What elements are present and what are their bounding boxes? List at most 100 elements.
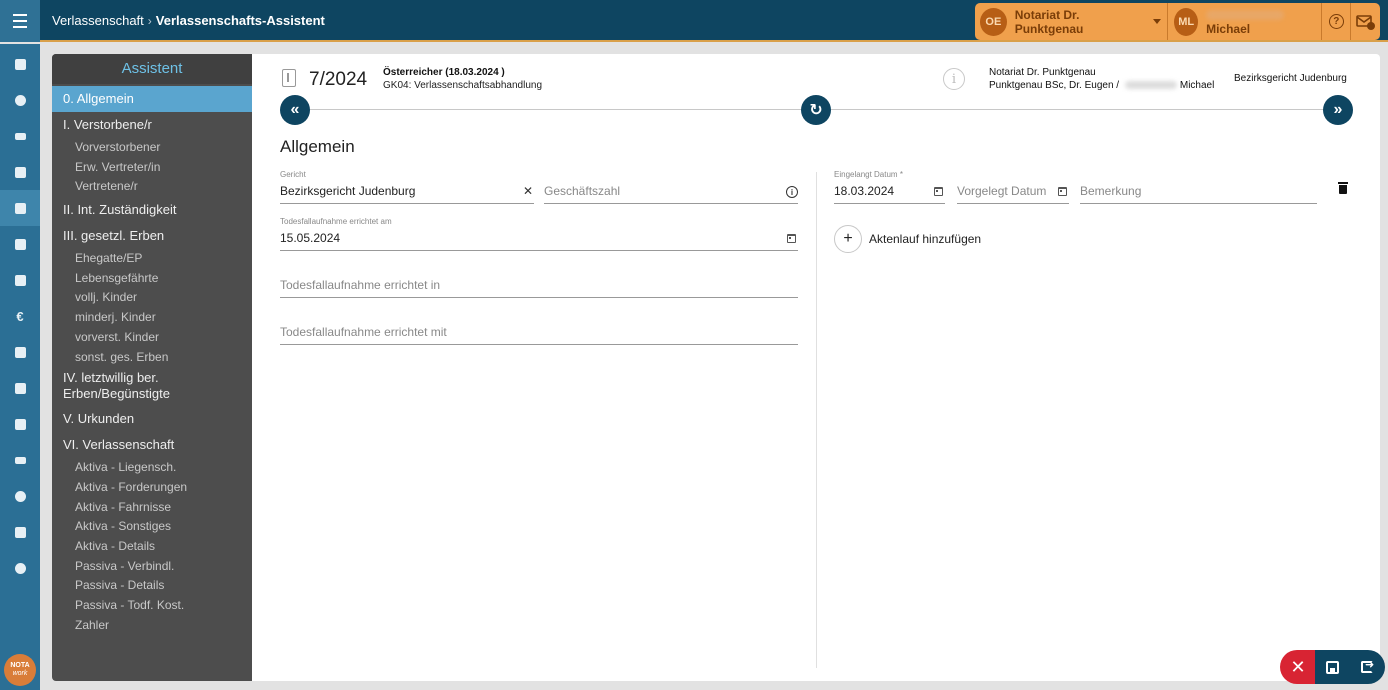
help-button[interactable]: ? [1322, 3, 1352, 40]
sidebar-item-11[interactable]: vorverst. Kinder [52, 328, 252, 348]
sidebar-item-3[interactable]: Erw. Vertreter/in [52, 158, 252, 178]
sidebar-title: Assistent [52, 54, 252, 84]
add-aktenlauf-button[interactable]: + Aktenlauf hinzufügen [834, 225, 981, 253]
sidebar-item-5[interactable]: II. Int. Zuständigkeit [52, 197, 252, 223]
case-subtitle: GK04: Verlassenschaftsabhandlung [383, 80, 542, 91]
breadcrumb-root[interactable]: Verlassenschaft [52, 13, 144, 28]
vorgelegt-datum-field[interactable]: Vorgelegt Datum [957, 170, 1069, 204]
column-divider [816, 172, 817, 668]
sidebar-item-23[interactable]: Passiva - Todf. Kost. [52, 596, 252, 616]
reload-button[interactable]: ↻ [801, 95, 831, 125]
calendar-icon[interactable] [1058, 187, 1067, 196]
rail-item-info[interactable] [0, 478, 40, 514]
rail-item-settings[interactable] [0, 550, 40, 586]
eingelangt-datum-value: 18.03.2024 [834, 184, 895, 198]
calendar-icon[interactable] [934, 187, 943, 196]
sidebar-item-2[interactable]: Vorverstorbener [52, 138, 252, 158]
clear-icon[interactable]: ✕ [523, 184, 533, 198]
next-step-button[interactable]: » [1323, 95, 1353, 125]
user-avatar: ML [1174, 7, 1199, 36]
square-icon [14, 382, 26, 394]
gericht-label: Gericht [280, 170, 306, 179]
trash-icon[interactable] [1338, 182, 1348, 194]
user-menu[interactable]: ML Michael [1168, 3, 1323, 40]
eingelangt-datum-field[interactable]: Eingelangt Datum * 18.03.2024 [834, 170, 945, 204]
calendar-icon[interactable] [787, 234, 796, 243]
sidebar-item-0[interactable]: 0. Allgemein [52, 86, 252, 112]
rail-item-chart[interactable] [0, 514, 40, 550]
add-aktenlauf-label: Aktenlauf hinzufügen [869, 232, 982, 246]
save-icon [1325, 660, 1339, 674]
close-icon: ✕ [1290, 656, 1306, 677]
case-number: 7/2024 [309, 69, 368, 90]
exit-button[interactable] [1349, 650, 1385, 684]
sidebar-item-8[interactable]: Lebensgefährte [52, 269, 252, 289]
menu-toggle-button[interactable] [0, 0, 40, 42]
assistant-sidebar: Assistent 0. Allgemein I. Verstorbene/r Vo… [52, 54, 252, 681]
info-icon[interactable]: i [943, 68, 965, 90]
sidebar-item-1[interactable]: I. Verstorbene/r [52, 112, 252, 138]
rail-item-ledger[interactable] [0, 442, 40, 478]
user-icon [14, 94, 26, 106]
user-name: Michael [1206, 21, 1251, 36]
geschaeftszahl-field[interactable]: Geschäftszahl i [544, 170, 798, 204]
sidebar-item-16[interactable]: Aktiva - Liegensch. [52, 458, 252, 478]
todesfall-datum-field[interactable]: Todesfallaufnahme errichtet am 15.05.202… [280, 217, 798, 251]
office-name: Notariat Dr. Punktgenau [1014, 7, 1084, 36]
bank-icon [14, 274, 26, 286]
sidebar-item-6[interactable]: III. gesetzl. Erben [52, 223, 252, 249]
sidebar-item-24[interactable]: Zahler [52, 616, 252, 636]
left-rail: € [0, 44, 40, 690]
todesfall-mit-field[interactable]: Todesfallaufnahme errichtet mit [280, 311, 798, 345]
euro-icon: € [16, 308, 24, 324]
todesfall-ort-field[interactable]: Todesfallaufnahme errichtet in [280, 264, 798, 298]
sidebar-item-15[interactable]: VI. Verlassenschaft [52, 432, 252, 458]
messages-button[interactable] [1351, 3, 1380, 40]
chevron-down-icon [1153, 19, 1162, 24]
sidebar-item-17[interactable]: Aktiva - Forderungen [52, 478, 252, 498]
double-chevron-left-icon: « [290, 101, 300, 118]
ledger-icon [14, 456, 26, 464]
sidebar-item-20[interactable]: Aktiva - Details [52, 537, 252, 557]
todesfall-ort-placeholder: Todesfallaufnahme errichtet in [280, 278, 441, 292]
app-logo: NOTA work [4, 654, 36, 686]
sidebar-item-14[interactable]: V. Urkunden [52, 406, 252, 432]
gericht-field[interactable]: Gericht Bezirksgericht Judenburg ✕ [280, 170, 534, 204]
rail-item-list[interactable] [0, 118, 40, 154]
sidebar-item-7[interactable]: Ehegatte/EP [52, 249, 252, 269]
rail-item-file[interactable] [0, 406, 40, 442]
sidebar-item-22[interactable]: Passiva - Details [52, 576, 252, 596]
previous-step-button[interactable]: « [280, 95, 310, 125]
rail-item-euro[interactable]: € [0, 298, 40, 334]
bemerkung-field[interactable]: Bemerkung [1080, 170, 1317, 204]
calendar-check-icon [14, 58, 26, 70]
sidebar-item-19[interactable]: Aktiva - Sonstiges [52, 517, 252, 537]
redacted-name [1206, 10, 1285, 21]
office-selector[interactable]: OE Notariat Dr. Punktgenau [975, 3, 1169, 40]
rail-item-notary[interactable] [0, 190, 40, 226]
sidebar-item-10[interactable]: minderj. Kinder [52, 308, 252, 328]
rail-item-document[interactable] [0, 226, 40, 262]
sidebar-item-21[interactable]: Passiva - Verbindl. [52, 557, 252, 577]
save-button[interactable] [1315, 650, 1349, 684]
exit-icon [1361, 658, 1374, 673]
sidebar-item-4[interactable]: Vertretene/r [52, 177, 252, 197]
document-icon [14, 238, 26, 250]
cancel-button[interactable]: ✕ [1280, 650, 1316, 684]
rail-item-square[interactable] [0, 370, 40, 406]
main-card: 7/2024 Österreicher (18.03.2024 ) GK04: … [252, 54, 1380, 681]
file-icon [14, 418, 26, 430]
sidebar-item-13[interactable]: IV. letztwillig ber. Erben/Begünstigte [52, 367, 252, 406]
rail-item-calendar[interactable] [0, 46, 40, 82]
sidebar-item-9[interactable]: vollj. Kinder [52, 288, 252, 308]
vorgelegt-datum-placeholder: Vorgelegt Datum [957, 184, 1047, 198]
rail-item-bank[interactable] [0, 262, 40, 298]
rail-item-person[interactable] [0, 82, 40, 118]
info-icon[interactable]: i [786, 186, 798, 198]
rail-item-library[interactable] [0, 154, 40, 190]
plus-icon: + [834, 225, 862, 253]
sidebar-item-12[interactable]: sonst. ges. Erben [52, 348, 252, 368]
breadcrumb-current: Verlassenschafts-Assistent [155, 13, 325, 28]
sidebar-item-18[interactable]: Aktiva - Fahrnisse [52, 498, 252, 518]
rail-item-copy[interactable] [0, 334, 40, 370]
